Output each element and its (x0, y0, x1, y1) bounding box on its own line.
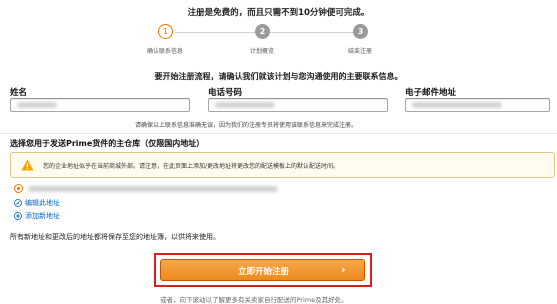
address-warning-box: 您的企业地址似乎在当前商城外部。请注意，在此页面上添加/更改地址将更改您的配送模… (10, 152, 555, 178)
saved-address-redacted (28, 186, 278, 192)
step-2-circle: 2 (255, 24, 270, 39)
name-value-redacted (17, 102, 57, 108)
start-registration-label: 立即开始注册 (237, 267, 289, 277)
section-divider (0, 133, 557, 134)
step-3-circle: 3 (353, 24, 368, 39)
edit-icon (14, 199, 22, 207)
chevron-right-icon: › (341, 263, 346, 276)
start-registration-button[interactable]: 立即开始注册 › (160, 259, 365, 281)
phone-label: 电话号码 (208, 88, 243, 98)
step-1-label: 确认联系信息 (146, 48, 183, 55)
phone-field[interactable] (208, 98, 388, 112)
email-value-redacted (412, 102, 502, 108)
email-label: 电子邮件地址 (405, 88, 457, 98)
address-radio[interactable] (14, 184, 23, 193)
edit-address-link[interactable]: 编辑此地址 (25, 198, 60, 208)
step-1-circle: 1 (158, 24, 173, 39)
warehouse-section-title: 选择您用于发送Prime货件的主仓库（仅限国内地址） (10, 139, 205, 148)
add-icon (14, 212, 22, 220)
step-connector-1 (175, 32, 255, 33)
email-field[interactable] (405, 98, 550, 112)
address-warning-text: 您的企业地址似乎在当前商城外部。请注意，在此页面上添加/更改地址将更改您的配送模… (43, 163, 340, 170)
phone-value-redacted (215, 102, 275, 108)
registration-intro: 注册是免费的，而且只需不到10分钟便可完成。 (187, 8, 370, 18)
contact-info-header: 要开始注册流程，请确认我们就该计划与您沟通使用的主要联系信息。 (154, 72, 403, 81)
name-label: 姓名 (10, 88, 28, 98)
step-3-label: 结束注册 (347, 48, 372, 55)
step-connector-2 (270, 32, 353, 33)
name-field[interactable] (10, 98, 190, 112)
warning-icon (21, 159, 34, 171)
address-radio-dot (17, 187, 20, 190)
footer-note: 或者，向下滚动以了解更多有关卖家自行配送的Prime及其好处。 (160, 296, 348, 304)
add-address-link[interactable]: 添加新地址 (25, 211, 60, 221)
step-2-label: 计划概览 (249, 48, 274, 55)
contact-accuracy-note: 请确保以上联系信息准确无误，因为我们的注册专员将使用该联系信息来完成注册。 (135, 122, 358, 129)
address-saved-note: 所有新地址和更改后的地址都将保存至您的地址簿，以供将来使用。 (10, 233, 220, 241)
